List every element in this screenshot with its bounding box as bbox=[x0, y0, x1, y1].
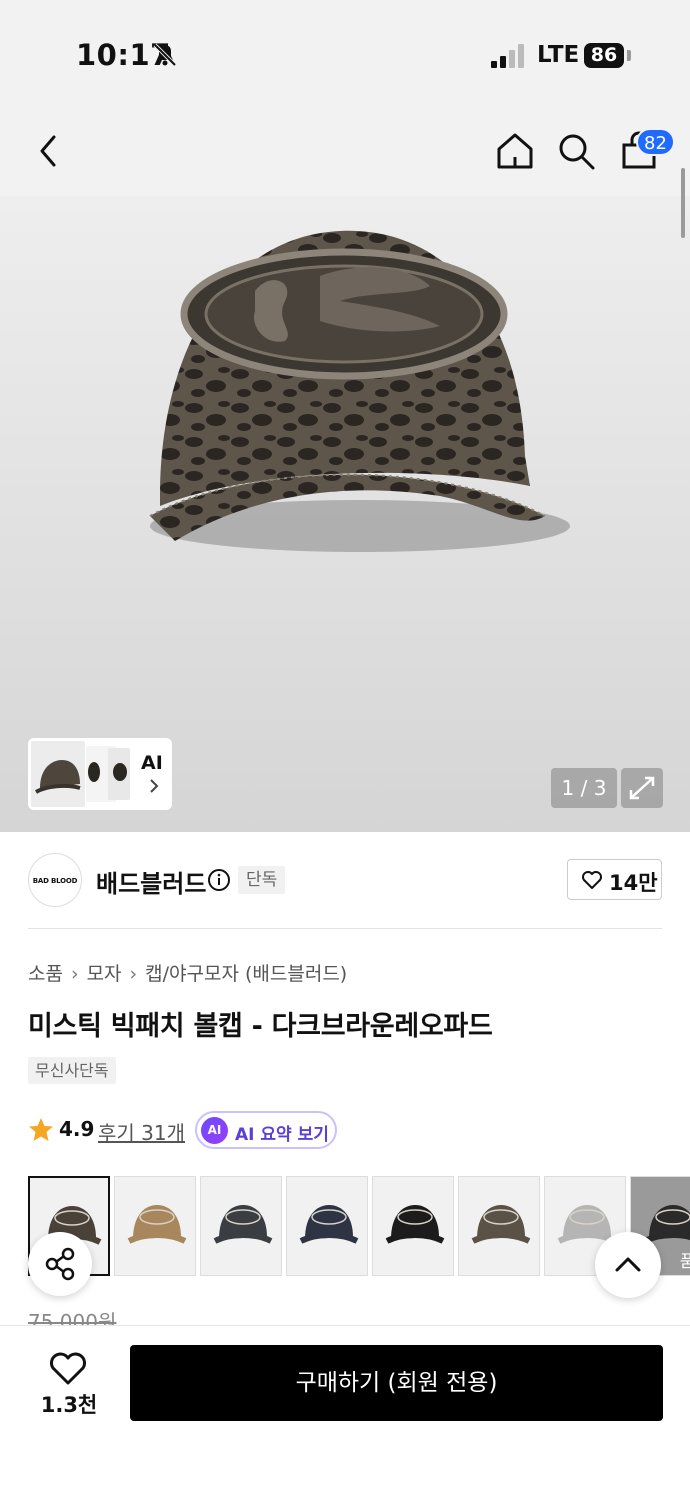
cap-thumbnail-image bbox=[471, 1205, 531, 1244]
home-icon[interactable] bbox=[495, 131, 535, 171]
ai-summary-button[interactable]: AI AI 요약 보기 bbox=[195, 1111, 337, 1149]
chevron-right-icon: › bbox=[129, 963, 138, 985]
share-button[interactable] bbox=[28, 1232, 92, 1296]
ai-summary-label: AI 요약 보기 bbox=[235, 1125, 329, 1145]
brand-like-count: 14만 bbox=[609, 871, 658, 895]
network-type: LTE bbox=[537, 42, 580, 68]
product-title: 미스틱 빅패치 볼캡 - 다크브라운레오파드 bbox=[28, 1011, 493, 1042]
color-option-brown-washed[interactable] bbox=[458, 1176, 540, 1276]
cap-product-image bbox=[149, 230, 570, 552]
thumbnail-images bbox=[31, 741, 130, 807]
breadcrumb-item[interactable]: 모자 bbox=[87, 963, 122, 985]
chevron-right-icon bbox=[150, 779, 159, 793]
scroll-indicator bbox=[681, 168, 685, 238]
brand-logo[interactable]: BAD BLOOD bbox=[28, 853, 82, 907]
back-arrow-icon[interactable] bbox=[28, 131, 68, 171]
breadcrumb-item[interactable]: 캡/야구모자 (배드블러드) bbox=[145, 963, 347, 985]
cap-thumbnail-image bbox=[299, 1205, 359, 1244]
buy-button[interactable]: 구매하기 (회원 전용) bbox=[130, 1345, 663, 1421]
ai-thumbnail-label: AI bbox=[141, 752, 163, 774]
cap-thumbnail-image bbox=[385, 1205, 445, 1244]
expand-icon bbox=[629, 776, 655, 800]
color-option-charcoal[interactable] bbox=[200, 1176, 282, 1276]
product-image-carousel[interactable] bbox=[0, 196, 690, 832]
star-icon bbox=[29, 1118, 53, 1141]
color-option-beige[interactable] bbox=[114, 1176, 196, 1276]
image-thumbnail-strip[interactable] bbox=[28, 738, 172, 810]
battery-level: 86 bbox=[584, 43, 624, 68]
soldout-label: 품절 bbox=[679, 1252, 690, 1272]
musinsa-exclusive-tag: 무신사단독 bbox=[28, 1057, 116, 1084]
brand-name[interactable]: 배드블러드 bbox=[96, 864, 206, 899]
wishlist-count: 1.3천 bbox=[40, 1393, 98, 1417]
divider bbox=[28, 928, 662, 929]
heart-outline-icon[interactable] bbox=[46, 1350, 90, 1386]
exclusive-tag: 단독 bbox=[238, 866, 286, 894]
cap-thumbnail-image bbox=[213, 1205, 273, 1244]
signal-icon bbox=[491, 44, 524, 68]
share-icon bbox=[45, 1247, 75, 1281]
product-page: 10:17 LTE 86 82 AI 1 / 3 BAD BLOOD 배드블러드… bbox=[0, 0, 690, 1500]
silent-bell-icon bbox=[153, 43, 177, 67]
ai-badge-icon: AI bbox=[201, 1117, 228, 1144]
color-options: 품절 bbox=[28, 1176, 690, 1276]
reviews-link[interactable]: 후기 31개 bbox=[98, 1117, 185, 1146]
search-icon[interactable] bbox=[556, 131, 596, 171]
cap-thumbnail-image bbox=[127, 1205, 187, 1244]
color-option-black[interactable] bbox=[372, 1176, 454, 1276]
chevron-right-icon: › bbox=[70, 963, 79, 985]
color-option-navy[interactable] bbox=[286, 1176, 368, 1276]
brand-like-button[interactable]: 14만 bbox=[567, 859, 662, 900]
image-pager: 1 / 3 bbox=[551, 768, 617, 808]
expand-image-button[interactable] bbox=[621, 768, 663, 808]
chevron-up-icon bbox=[615, 1257, 641, 1272]
battery-tip bbox=[627, 50, 631, 61]
breadcrumb: 소품 › 모자 › 캡/야구모자 (배드블러드) bbox=[28, 959, 347, 986]
rating-value: 4.9 bbox=[59, 1117, 95, 1141]
scroll-to-top-button[interactable] bbox=[595, 1232, 661, 1298]
status-bar: 10:17 LTE 86 bbox=[0, 0, 690, 110]
heart-outline-icon bbox=[582, 871, 602, 889]
cart-count-badge: 82 bbox=[636, 128, 675, 156]
info-icon[interactable] bbox=[207, 868, 231, 892]
breadcrumb-item[interactable]: 소품 bbox=[28, 963, 63, 985]
